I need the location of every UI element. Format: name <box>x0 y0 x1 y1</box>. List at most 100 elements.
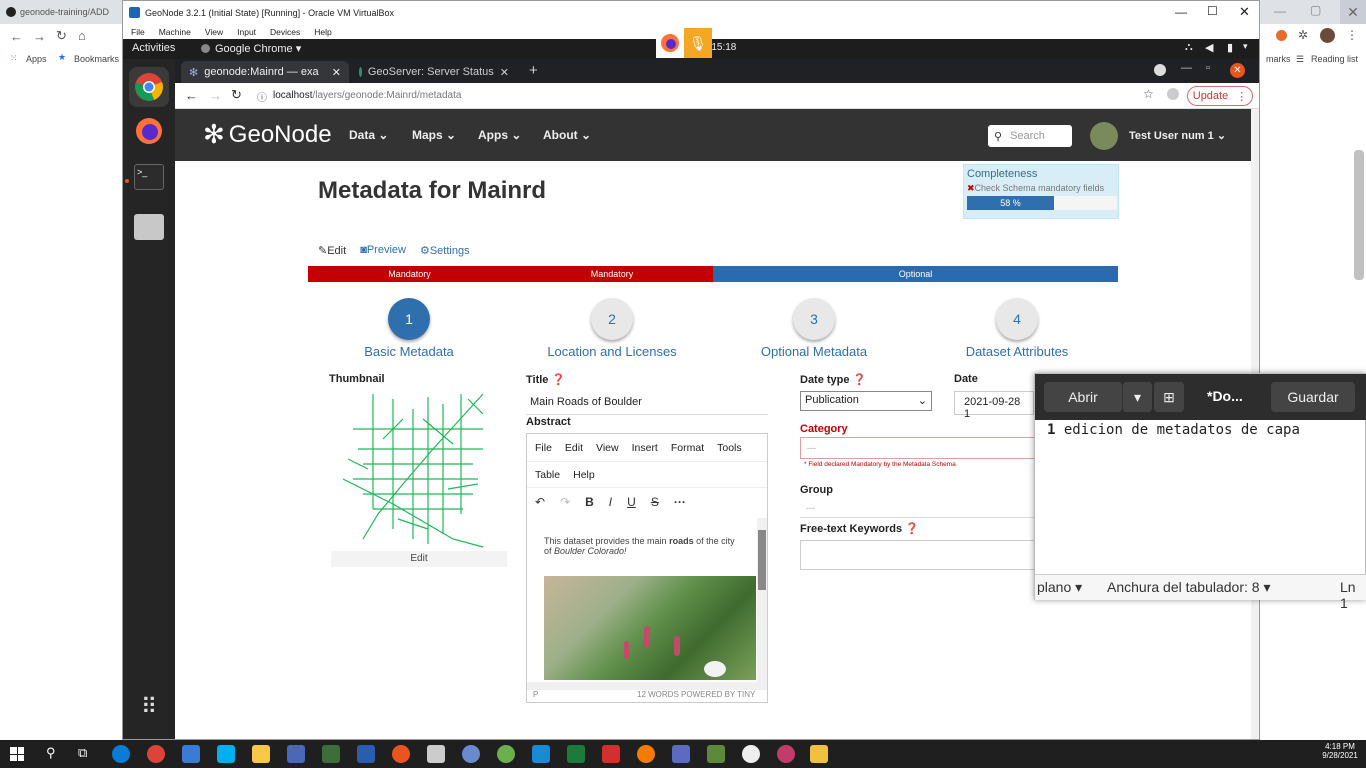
vbox-menu-file[interactable]: File <box>131 27 145 37</box>
nav-apps[interactable]: Apps ⌄ <box>478 128 521 142</box>
underline-icon[interactable]: U <box>627 495 636 518</box>
gedit-taskbar-icon[interactable] <box>810 745 828 763</box>
globe-icon[interactable] <box>462 745 480 763</box>
app-menu[interactable]: Google Chrome ▾ <box>215 42 301 55</box>
editor-hscrollbar[interactable] <box>527 682 767 690</box>
system-menu-icon[interactable]: ▾ <box>1243 41 1248 52</box>
terminal-dock-icon[interactable]: >_ <box>129 157 169 197</box>
open-button[interactable]: Abrir <box>1044 382 1122 412</box>
puzzle-icon[interactable]: ✲ <box>1298 28 1308 42</box>
reload-icon[interactable]: ↻ <box>231 87 242 103</box>
editor-menu-file[interactable]: File <box>535 442 552 461</box>
bookmark-apps[interactable]: Apps <box>26 54 47 64</box>
guest-minimize-button[interactable]: — <box>1181 62 1192 74</box>
terminal-taskbar-icon[interactable] <box>322 745 340 763</box>
network-app-icon[interactable] <box>672 745 690 763</box>
tab-edit[interactable]: ✎Edit <box>318 244 346 257</box>
open-dropdown-button[interactable]: ▾ <box>1122 382 1152 412</box>
firefox-taskbar-icon[interactable] <box>637 745 655 763</box>
step-3-circle[interactable]: 3 <box>793 298 835 340</box>
vscode-icon[interactable] <box>532 745 550 763</box>
step-2-label[interactable]: Location and Licenses <box>512 344 712 359</box>
editor-menu-edit[interactable]: Edit <box>565 442 583 461</box>
nav-data[interactable]: Data ⌄ <box>349 128 388 142</box>
thumbnail-edit-button[interactable]: Edit <box>331 551 507 567</box>
activities-button[interactable]: Activities <box>132 42 175 54</box>
italic-icon[interactable]: I <box>609 495 612 518</box>
ubuntu-icon[interactable] <box>392 745 410 763</box>
step-1-circle[interactable]: 1 <box>388 298 430 340</box>
qgis-icon[interactable] <box>497 745 515 763</box>
files-dock-icon[interactable] <box>129 207 169 247</box>
redo-icon[interactable]: ↷ <box>560 495 570 518</box>
github-desktop-icon[interactable] <box>742 745 760 763</box>
editor-menu-format[interactable]: Format <box>671 442 704 461</box>
editor-scrollbar[interactable] <box>757 518 767 682</box>
host-restore-button[interactable]: ▢ <box>1310 3 1321 17</box>
save-button[interactable]: Guardar <box>1271 382 1355 412</box>
line-position[interactable]: Ln 1 <box>1340 579 1366 611</box>
step-4-label[interactable]: Dataset Attributes <box>917 344 1117 359</box>
thumbnail-image[interactable] <box>333 389 503 549</box>
step-1-label[interactable]: Basic Metadata <box>309 344 509 359</box>
bookmark-star-icon[interactable]: ☆ <box>1143 87 1154 101</box>
volume-icon[interactable]: ◀ <box>1205 41 1213 54</box>
battery-icon[interactable]: ▮ <box>1227 41 1233 54</box>
more-icon[interactable]: ··· <box>674 495 686 518</box>
chrome-icon[interactable] <box>147 745 165 763</box>
tab-close-icon[interactable]: ✕ <box>500 66 509 79</box>
vbox-close-button[interactable]: ✕ <box>1239 4 1250 20</box>
forward-icon[interactable]: → <box>33 29 46 44</box>
vbox-menu-input[interactable]: Input <box>237 27 256 37</box>
category-select[interactable]: --- <box>800 437 1040 459</box>
tool-icon[interactable] <box>707 745 725 763</box>
app-icon[interactable] <box>777 745 795 763</box>
bookmark-bookmarks[interactable]: Bookmarks <box>74 54 119 64</box>
completeness-warning[interactable]: ✖Check Schema mandatory fields <box>967 183 1115 194</box>
date-input[interactable]: 2021-09-28 1 <box>954 391 1034 420</box>
reading-list[interactable]: Reading list <box>1311 54 1358 64</box>
store-icon[interactable] <box>182 745 200 763</box>
kebab-menu-icon[interactable]: ⋮ <box>1346 28 1358 42</box>
back-icon[interactable]: ← <box>185 88 198 103</box>
language-selector[interactable]: plano ▾ <box>1037 579 1082 596</box>
vbox-menu-view[interactable]: View <box>205 27 223 37</box>
editor-menu-table[interactable]: Table <box>535 469 560 487</box>
profile-icon[interactable] <box>1167 88 1179 100</box>
microphone-icon[interactable]: 🎙 <box>684 28 712 58</box>
vbox-menu-machine[interactable]: Machine <box>159 27 191 37</box>
show-apps-icon[interactable]: ⠿ <box>129 687 169 727</box>
editor-menu-tools[interactable]: Tools <box>717 442 742 461</box>
tab-width-selector[interactable]: Anchura del tabulador: 8 ▾ <box>1107 579 1270 596</box>
cube-icon[interactable] <box>427 745 445 763</box>
user-menu[interactable]: Test User num 1 ⌄ <box>1129 129 1226 142</box>
vbox-maximize-button[interactable]: ☐ <box>1207 4 1218 18</box>
editor-content[interactable]: This dataset provides the main roads of … <box>527 518 757 682</box>
skype-icon[interactable] <box>217 745 235 763</box>
home-icon[interactable]: ⌂ <box>78 28 86 43</box>
avatar[interactable] <box>1090 122 1118 150</box>
search-icon[interactable]: ⚲ <box>46 745 56 761</box>
forward-icon[interactable]: → <box>209 88 222 103</box>
tab-preview[interactable]: ◙Preview <box>360 244 406 257</box>
new-tab-button[interactable]: + <box>529 62 538 79</box>
guest-close-button[interactable]: ✕ <box>1230 63 1245 78</box>
chrome-dock-icon[interactable] <box>129 67 169 107</box>
back-icon[interactable]: ← <box>10 29 23 44</box>
editor-menu-view[interactable]: View <box>596 442 619 461</box>
excel-icon[interactable] <box>567 745 585 763</box>
step-4-circle[interactable]: 4 <box>996 298 1038 340</box>
bookmark-marks[interactable]: marks <box>1266 54 1291 64</box>
editor-menu-insert[interactable]: Insert <box>632 442 658 461</box>
task-view-icon[interactable]: ⧉ <box>78 745 87 761</box>
virtualbox-taskbar-icon[interactable] <box>287 745 305 763</box>
url-input[interactable]: localhost/layers/geonode:Mainrd/metadata <box>273 90 461 101</box>
network-icon[interactable]: ⛬ <box>1185 41 1193 54</box>
gedit-editor[interactable]: 1 edicion de metadatos de capa <box>1047 422 1300 438</box>
guest-maximize-button[interactable]: ▫ <box>1206 62 1210 74</box>
firefox-icon[interactable] <box>656 28 684 58</box>
extension-icon[interactable] <box>1276 30 1287 41</box>
step-2-circle[interactable]: 2 <box>591 298 633 340</box>
windows-start-icon[interactable] <box>10 747 24 761</box>
host-minimize-button[interactable]: — <box>1274 4 1286 18</box>
